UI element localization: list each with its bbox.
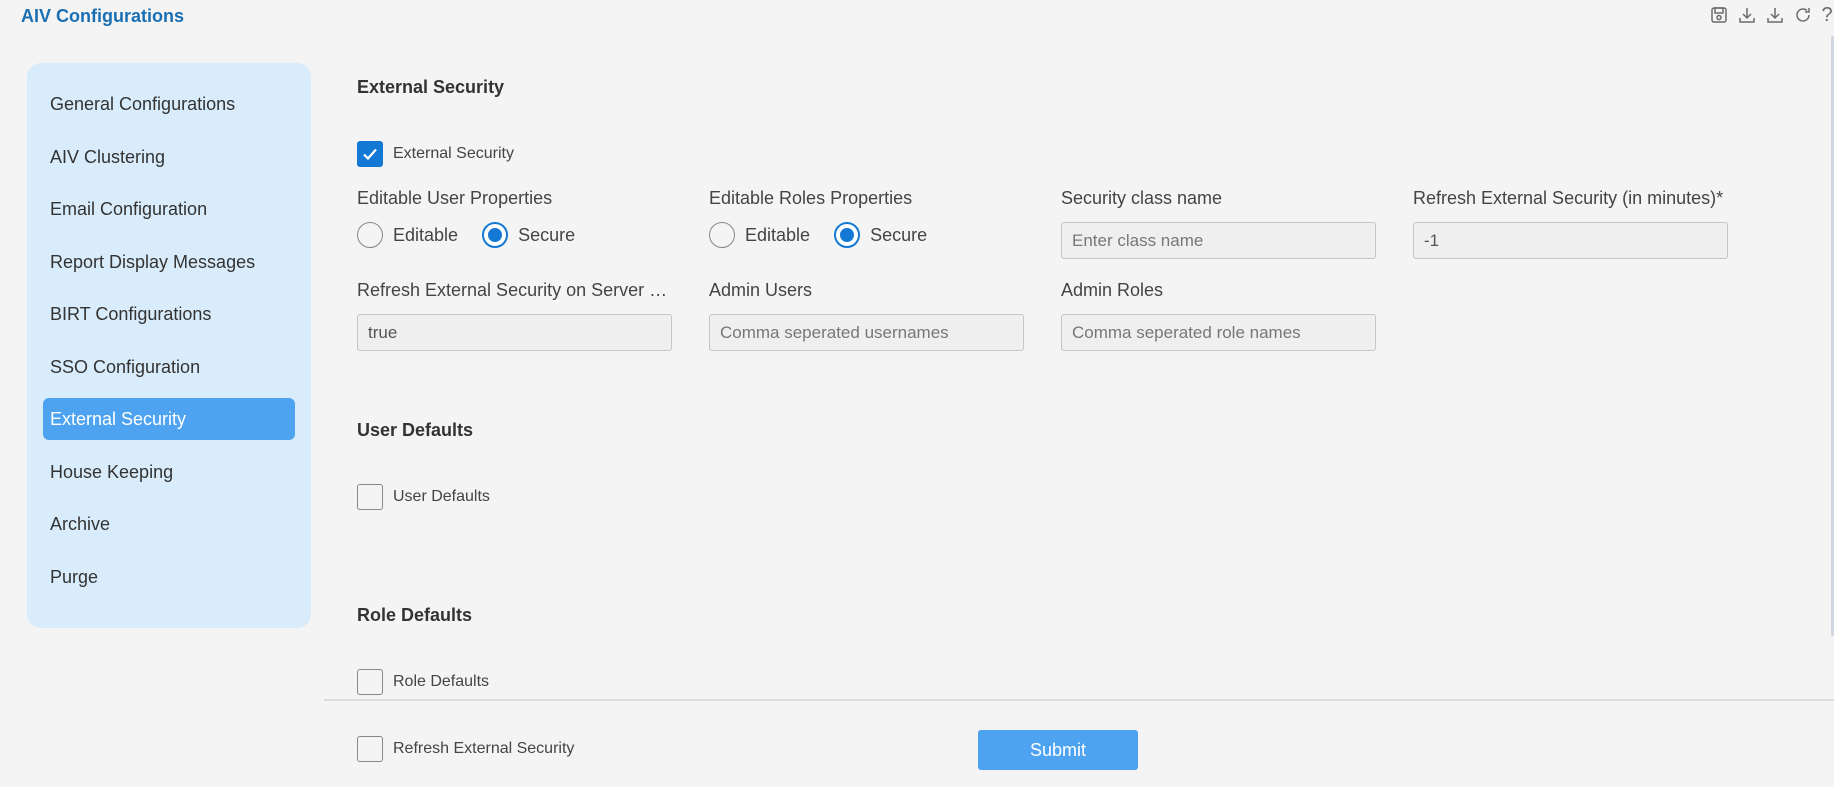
radio-circle-selected[interactable]	[834, 222, 861, 248]
sidebar-item-aiv-clustering[interactable]: AIV Clustering	[43, 136, 295, 178]
refresh-external-security-label: Refresh External Security	[393, 740, 575, 757]
external-security-checkbox[interactable]	[357, 141, 383, 167]
editable-roles-properties-label: Editable Roles Properties	[709, 188, 913, 208]
security-class-name-input[interactable]	[1061, 222, 1376, 259]
user-defaults-checkbox-label: User Defaults	[393, 488, 490, 505]
security-class-name-label: Security class name	[1061, 188, 1223, 208]
editable-user-properties-radio-group: Editable Secure	[357, 222, 673, 248]
admin-roles-field: Admin Roles	[1061, 280, 1377, 351]
refresh-on-startup-input[interactable]	[357, 314, 672, 351]
editable-roles-properties-field: Editable Roles Properties Editable Secur…	[709, 188, 1025, 248]
user-defaults-checkbox[interactable]	[357, 484, 383, 510]
role-defaults-checkbox[interactable]	[357, 669, 383, 695]
refresh-on-startup-label: Refresh External Security on Server Star…	[357, 280, 673, 300]
admin-roles-label: Admin Roles	[1061, 280, 1164, 300]
section-title-external-security: External Security	[357, 77, 505, 97]
radio-label: Editable	[393, 224, 459, 245]
help-icon[interactable]: ?	[1820, 4, 1834, 26]
roles-props-secure-radio[interactable]: Secure	[834, 222, 927, 248]
section-title-user-defaults: User Defaults	[357, 420, 474, 440]
sidebar-item-email-configuration[interactable]: Email Configuration	[43, 188, 295, 230]
editable-roles-properties-radio-group: Editable Secure	[709, 222, 1025, 248]
sidebar-item-archive[interactable]: Archive	[43, 503, 295, 545]
refresh-external-security-checkbox[interactable]	[357, 736, 383, 762]
user-props-secure-radio[interactable]: Secure	[482, 222, 575, 248]
radio-circle[interactable]	[709, 222, 735, 248]
roles-props-editable-radio[interactable]: Editable	[709, 222, 810, 248]
admin-users-label: Admin Users	[709, 280, 813, 300]
external-security-checkbox-label: External Security	[393, 145, 514, 162]
sidebar-item-sso-configuration[interactable]: SSO Configuration	[43, 346, 295, 388]
admin-roles-input[interactable]	[1061, 314, 1376, 351]
role-defaults-checkbox-row[interactable]: Role Defaults	[357, 669, 489, 695]
section-title-role-defaults: Role Defaults	[357, 605, 473, 625]
refresh-on-startup-field: Refresh External Security on Server Star…	[357, 280, 673, 351]
sidebar-item-general-configurations[interactable]: General Configurations	[43, 83, 295, 125]
refresh-external-security-checkbox-row[interactable]: Refresh External Security	[357, 736, 574, 762]
radio-circle-selected[interactable]	[482, 222, 509, 248]
refresh-minutes-input[interactable]	[1413, 222, 1728, 259]
radio-circle[interactable]	[357, 222, 383, 248]
user-props-editable-radio[interactable]: Editable	[357, 222, 458, 248]
sidebar-item-external-security[interactable]: External Security	[43, 398, 295, 440]
sidebar-item-birt-configurations[interactable]: BIRT Configurations	[43, 293, 295, 335]
editable-user-properties-label: Editable User Properties	[357, 188, 553, 208]
refresh-minutes-label: Refresh External Security (in minutes)*	[1413, 188, 1724, 208]
radio-label: Editable	[745, 224, 811, 245]
security-class-name-field: Security class name	[1061, 188, 1377, 259]
radio-label: Secure	[870, 224, 928, 245]
app-title: AIV Configurations	[21, 6, 184, 26]
sidebar-item-purge[interactable]: Purge	[43, 556, 295, 598]
main-panel: External Security External Security Edit…	[357, 0, 1817, 787]
footer-divider	[324, 699, 1834, 701]
admin-users-input[interactable]	[709, 314, 1024, 351]
admin-users-field: Admin Users	[709, 280, 1025, 351]
app-window: AIV Configurations ? General Configurati…	[0, 0, 1834, 787]
refresh-minutes-field: Refresh External Security (in minutes)*	[1413, 188, 1743, 259]
checkmark-icon	[363, 148, 377, 161]
sidebar: General Configurations AIV Clustering Em…	[27, 63, 311, 628]
external-security-checkbox-row[interactable]: External Security	[357, 141, 514, 167]
sidebar-item-house-keeping[interactable]: House Keeping	[43, 451, 295, 493]
editable-user-properties-field: Editable User Properties Editable Secure	[357, 188, 673, 248]
role-defaults-checkbox-label: Role Defaults	[393, 673, 490, 690]
sidebar-item-report-display-messages[interactable]: Report Display Messages	[43, 241, 295, 283]
radio-label: Secure	[518, 224, 576, 245]
submit-button[interactable]: Submit	[978, 730, 1138, 770]
user-defaults-checkbox-row[interactable]: User Defaults	[357, 484, 490, 510]
